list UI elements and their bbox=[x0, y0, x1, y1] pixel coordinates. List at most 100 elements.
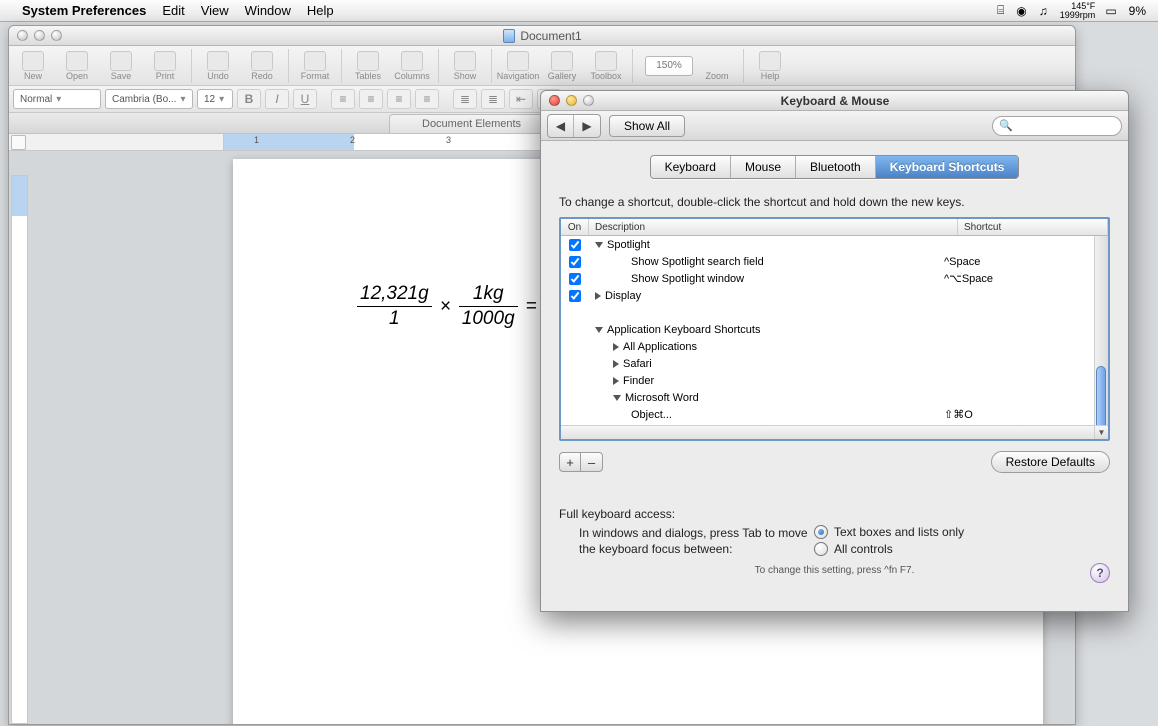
radio-text-boxes[interactable]: Text boxes and lists only bbox=[814, 525, 1110, 539]
tab-keyboard[interactable]: Keyboard bbox=[651, 156, 731, 178]
format-button[interactable]: Format bbox=[295, 48, 335, 84]
font-select[interactable]: Cambria (Bo...▾ bbox=[105, 89, 193, 109]
align-left-button[interactable]: ≡ bbox=[331, 89, 355, 109]
table-row[interactable]: Show Spotlight window ^⌥Space bbox=[561, 270, 1094, 287]
col-description[interactable]: Description bbox=[589, 219, 958, 235]
table-row[interactable]: Spotlight bbox=[561, 236, 1094, 253]
table-row[interactable]: All Applications bbox=[561, 338, 1094, 355]
align-right-button[interactable]: ≡ bbox=[387, 89, 411, 109]
tab-keyboard-shortcuts[interactable]: Keyboard Shortcuts bbox=[876, 156, 1019, 178]
back-button[interactable]: ◀ bbox=[548, 115, 574, 137]
print-button[interactable]: Print bbox=[145, 48, 185, 84]
disclosure-right-icon[interactable] bbox=[613, 360, 619, 368]
zoom-select[interactable]: 150% bbox=[645, 56, 693, 76]
table-row[interactable]: Finder bbox=[561, 372, 1094, 389]
outdent-button[interactable]: ⇤ bbox=[509, 89, 533, 109]
vertical-ruler[interactable] bbox=[11, 175, 28, 724]
tab-mouse[interactable]: Mouse bbox=[731, 156, 796, 178]
navigation-button[interactable]: Navigation bbox=[498, 48, 538, 84]
table-row[interactable]: Object...⇧⌘O bbox=[561, 406, 1094, 423]
remove-button[interactable]: – bbox=[581, 452, 603, 472]
menubar-app[interactable]: System Preferences bbox=[22, 3, 146, 18]
shortcut-checkbox[interactable] bbox=[569, 256, 581, 268]
battery-percent: 9% bbox=[1129, 4, 1146, 18]
redo-button[interactable]: Redo bbox=[242, 48, 282, 84]
size-select[interactable]: 12▾ bbox=[197, 89, 233, 109]
disclosure-right-icon[interactable] bbox=[613, 343, 619, 351]
vertical-scrollbar[interactable] bbox=[1094, 236, 1108, 425]
table-body[interactable]: SpotlightShow Spotlight search field^Spa… bbox=[561, 236, 1094, 425]
table-row[interactable]: Microsoft Word bbox=[561, 389, 1094, 406]
style-select[interactable]: Normal▾ bbox=[13, 89, 101, 109]
bold-button[interactable]: B bbox=[237, 89, 261, 109]
align-center-button[interactable]: ≡ bbox=[359, 89, 383, 109]
list-numbered-button[interactable]: ≣ bbox=[453, 89, 477, 109]
shortcut-checkbox[interactable] bbox=[569, 273, 581, 285]
tab-stop-button[interactable] bbox=[11, 135, 26, 150]
word-title: Document1 bbox=[520, 29, 581, 43]
row-shortcut: ^⌥Space bbox=[944, 272, 1094, 285]
list-bullet-button[interactable]: ≣ bbox=[481, 89, 505, 109]
align-justify-button[interactable]: ≡ bbox=[415, 89, 439, 109]
horizontal-scroll-track[interactable] bbox=[561, 425, 1094, 439]
camera-icon[interactable]: ⌸ bbox=[997, 3, 1004, 18]
col-on[interactable]: On bbox=[561, 219, 589, 235]
nav-back-forward: ◀ ▶ bbox=[547, 114, 601, 138]
shortcut-checkbox[interactable] bbox=[569, 290, 581, 302]
close-icon[interactable] bbox=[549, 95, 560, 106]
tab-document-elements[interactable]: Document Elements bbox=[389, 114, 554, 133]
toolbox-button[interactable]: Toolbox bbox=[586, 48, 626, 84]
disclosure-down-icon[interactable] bbox=[613, 395, 621, 401]
pref-tabs: Keyboard Mouse Bluetooth Keyboard Shortc… bbox=[650, 155, 1020, 179]
table-row[interactable]: Safari bbox=[561, 355, 1094, 372]
menubar-help[interactable]: Help bbox=[307, 3, 334, 18]
show-button[interactable]: Show bbox=[445, 48, 485, 84]
add-button[interactable]: + bbox=[559, 452, 581, 472]
radio-all-controls[interactable]: All controls bbox=[814, 542, 1110, 556]
gallery-button[interactable]: Gallery bbox=[542, 48, 582, 84]
disclosure-down-icon[interactable] bbox=[595, 242, 603, 248]
undo-button[interactable]: Undo bbox=[198, 48, 238, 84]
table-row[interactable]: Show Spotlight search field^Space bbox=[561, 253, 1094, 270]
menubar-edit[interactable]: Edit bbox=[162, 3, 184, 18]
user-icon[interactable]: ◉ bbox=[1016, 4, 1026, 18]
disclosure-down-icon[interactable] bbox=[595, 327, 603, 333]
italic-button[interactable]: I bbox=[265, 89, 289, 109]
preferences-window: Keyboard & Mouse ◀ ▶ Show All 🔍 Keyboard… bbox=[540, 90, 1129, 612]
minimize-icon[interactable] bbox=[566, 95, 577, 106]
table-row[interactable]: Display bbox=[561, 287, 1094, 304]
menubar-window[interactable]: Window bbox=[245, 3, 291, 18]
save-button[interactable]: Save bbox=[101, 48, 141, 84]
minimize-icon[interactable] bbox=[34, 30, 45, 41]
restore-defaults-button[interactable]: Restore Defaults bbox=[991, 451, 1110, 473]
close-icon[interactable] bbox=[17, 30, 28, 41]
menubar-view[interactable]: View bbox=[201, 3, 229, 18]
zoom-icon[interactable] bbox=[583, 95, 594, 106]
disclosure-right-icon[interactable] bbox=[595, 292, 601, 300]
zoom-icon[interactable] bbox=[51, 30, 62, 41]
row-label: Microsoft Word bbox=[625, 392, 699, 404]
shortcut-checkbox[interactable] bbox=[569, 239, 581, 251]
fka-desc: In windows and dialogs, press Tab to mov… bbox=[559, 525, 814, 559]
tab-bluetooth[interactable]: Bluetooth bbox=[796, 156, 876, 178]
forward-button[interactable]: ▶ bbox=[574, 115, 600, 137]
headphones-icon[interactable]: ♫ bbox=[1039, 4, 1048, 18]
show-all-button[interactable]: Show All bbox=[609, 115, 685, 137]
row-label: Show Spotlight window bbox=[631, 273, 744, 285]
search-icon: 🔍 bbox=[999, 119, 1013, 132]
shortcuts-table: On Description Shortcut SpotlightShow Sp… bbox=[559, 217, 1110, 441]
open-button[interactable]: Open bbox=[57, 48, 97, 84]
tables-button[interactable]: Tables bbox=[348, 48, 388, 84]
columns-button[interactable]: Columns bbox=[392, 48, 432, 84]
battery-icon[interactable]: ▭ bbox=[1105, 4, 1116, 18]
scroll-down-icon[interactable]: ▼ bbox=[1094, 425, 1108, 439]
disclosure-right-icon[interactable] bbox=[613, 377, 619, 385]
col-shortcut[interactable]: Shortcut bbox=[958, 219, 1108, 235]
new-button[interactable]: New bbox=[13, 48, 53, 84]
help-button[interactable]: ? bbox=[1090, 563, 1110, 583]
underline-button[interactable]: U bbox=[293, 89, 317, 109]
table-row[interactable] bbox=[561, 304, 1094, 321]
search-input[interactable]: 🔍 bbox=[992, 116, 1122, 136]
table-row[interactable]: Application Keyboard Shortcuts bbox=[561, 321, 1094, 338]
help-button[interactable]: Help bbox=[750, 48, 790, 84]
